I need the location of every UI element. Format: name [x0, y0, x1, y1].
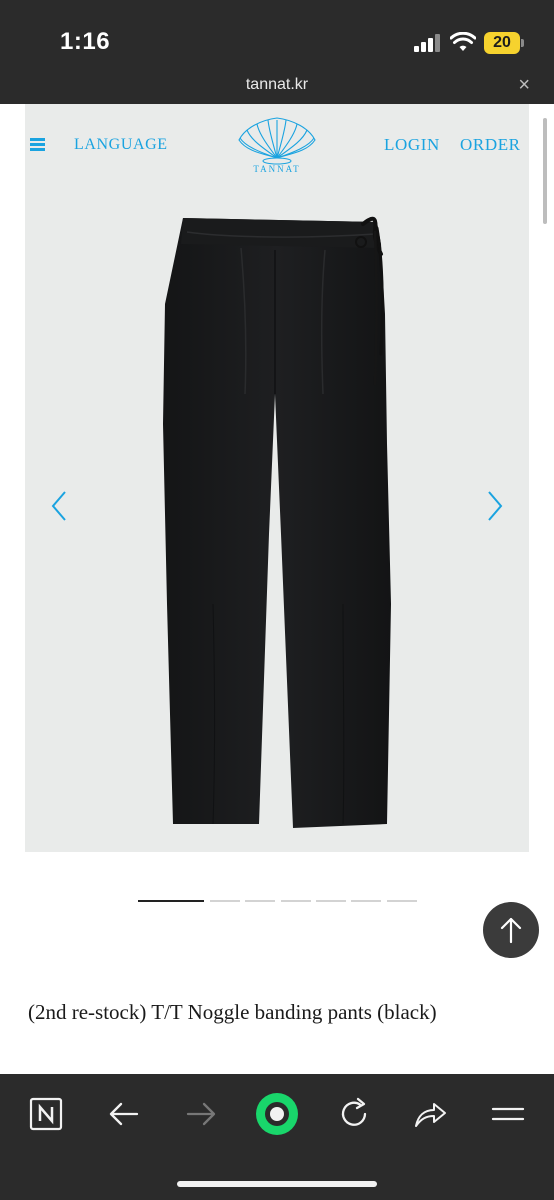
web-page: LANGUAGE TANNAT LOGIN ORDER (2nd re-stoc… — [0, 104, 554, 1074]
cellular-signal-icon — [414, 34, 440, 52]
gallery-indicator-6[interactable] — [351, 900, 381, 902]
status-bar: 1:16 20 — [0, 0, 554, 70]
shell-logo-icon — [238, 117, 316, 165]
site-header: LANGUAGE TANNAT LOGIN ORDER — [25, 104, 529, 184]
arrow-up-icon — [500, 917, 522, 944]
green-dot-icon[interactable] — [255, 1092, 299, 1136]
url-text[interactable]: tannat.kr — [0, 76, 554, 94]
hamburger-menu-icon[interactable] — [30, 138, 45, 151]
product-title: (2nd re-stock) T/T Noggle banding pants … — [28, 1000, 437, 1024]
gallery-indicator-4[interactable] — [281, 900, 311, 902]
status-time: 1:16 — [60, 28, 111, 55]
home-indicator — [177, 1181, 377, 1187]
language-link[interactable]: LANGUAGE — [74, 136, 168, 154]
chevron-left-icon[interactable] — [49, 489, 69, 523]
order-link[interactable]: ORDER — [460, 135, 521, 155]
product-image-black-pants[interactable] — [25, 184, 529, 844]
share-icon[interactable] — [412, 1096, 448, 1132]
naver-home-icon[interactable] — [28, 1096, 64, 1132]
gallery-indicator-7[interactable] — [387, 900, 417, 902]
back-arrow-icon[interactable] — [106, 1096, 142, 1132]
wifi-icon — [450, 32, 476, 51]
logo-wordmark: TANNAT — [253, 164, 301, 174]
chevron-right-icon[interactable] — [485, 489, 505, 523]
browser-url-bar[interactable]: tannat.kr × — [0, 70, 554, 104]
gallery-indicator-3[interactable] — [245, 900, 275, 902]
battery-icon: 20 — [484, 32, 524, 54]
product-gallery: LANGUAGE TANNAT LOGIN ORDER — [25, 104, 529, 852]
login-link[interactable]: LOGIN — [384, 135, 440, 155]
battery-level: 20 — [484, 32, 520, 54]
forward-arrow-icon[interactable] — [183, 1096, 219, 1132]
gallery-indicator-1[interactable] — [138, 900, 204, 902]
close-icon[interactable]: × — [518, 74, 530, 97]
gallery-indicators — [0, 892, 554, 912]
gallery-indicator-2[interactable] — [210, 900, 240, 902]
scrollbar-thumb[interactable] — [543, 118, 547, 224]
tannat-logo[interactable]: TANNAT — [235, 114, 319, 178]
browser-toolbar — [0, 1074, 554, 1200]
menu-icon[interactable] — [490, 1096, 526, 1132]
scroll-to-top-button[interactable] — [483, 902, 539, 958]
gallery-indicator-5[interactable] — [316, 900, 346, 902]
refresh-icon[interactable] — [336, 1096, 372, 1132]
